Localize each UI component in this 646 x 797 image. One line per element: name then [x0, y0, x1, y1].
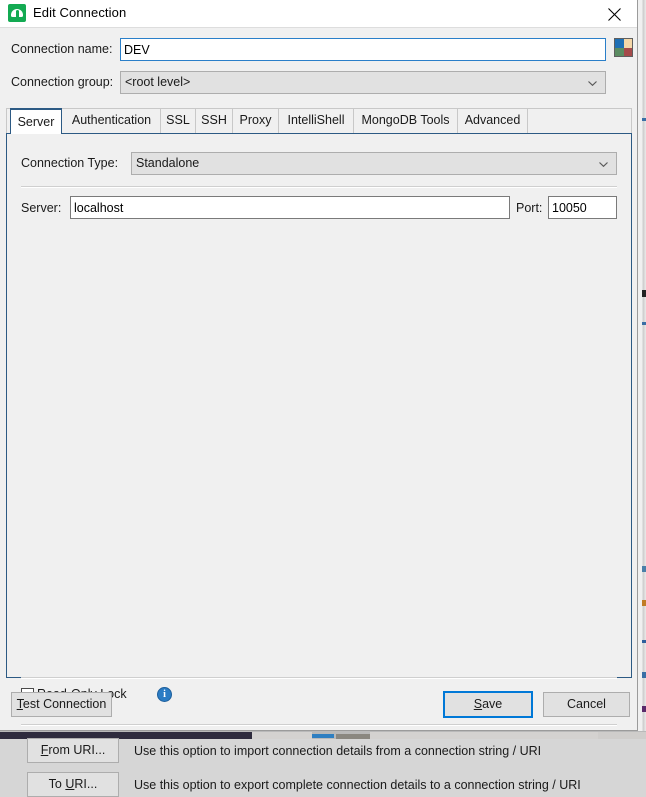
- from-uri-button[interactable]: From URI...: [27, 738, 119, 763]
- background-fleck: [642, 672, 646, 678]
- panel-divider-top: [21, 186, 617, 188]
- to-uri-button[interactable]: To URI...: [27, 772, 119, 797]
- cancel-button[interactable]: Cancel: [543, 692, 630, 717]
- to-uri-label-rest: RI...: [74, 777, 98, 792]
- connection-type-value: Standalone: [136, 156, 200, 170]
- titlebar: Edit Connection: [0, 0, 637, 28]
- background-fleck: [642, 640, 646, 643]
- from-uri-mnemonic: F: [40, 743, 49, 758]
- server-tab-panel: Connection Type: Standalone Server: Port…: [6, 133, 632, 797]
- port-input[interactable]: [548, 196, 617, 219]
- window-title: Edit Connection: [33, 5, 127, 20]
- port-label: Port:: [516, 201, 543, 215]
- background-fleck: [642, 706, 646, 712]
- tab-intellishell[interactable]: IntelliShell: [279, 108, 354, 134]
- server-label: Server:: [21, 201, 62, 215]
- from-uri-label-rest: rom URI...: [48, 743, 106, 758]
- chevron-down-icon: [599, 162, 608, 167]
- save-label-rest: ave: [482, 697, 503, 712]
- edit-connection-dialog: Edit Connection Connection name: Connect…: [0, 0, 638, 797]
- connection-group-label: Connection group:: [11, 75, 114, 89]
- connection-name-label: Connection name:: [11, 42, 113, 56]
- from-uri-description: Use this option to import connection det…: [134, 744, 542, 758]
- swatch-cell-green: [615, 47, 624, 56]
- connection-group-value: <root level>: [125, 75, 191, 89]
- background-fleck: [642, 600, 646, 606]
- test-connection-button[interactable]: Test Connection: [11, 692, 112, 717]
- tab-ssl[interactable]: SSL: [161, 108, 196, 134]
- connection-group-dropdown[interactable]: <root level>: [120, 71, 606, 94]
- background-fleck: [642, 322, 646, 325]
- server-input[interactable]: [70, 196, 510, 219]
- background-fleck: [642, 566, 646, 572]
- test-connection-label-rest: est Connection: [22, 697, 107, 712]
- panel-divider-readonly: [21, 677, 617, 679]
- save-button[interactable]: Save: [443, 691, 533, 718]
- tab-authentication[interactable]: Authentication: [63, 108, 161, 134]
- close-icon[interactable]: [592, 0, 637, 27]
- connection-type-dropdown[interactable]: Standalone: [131, 152, 617, 175]
- tab-proxy[interactable]: Proxy: [233, 108, 279, 134]
- taskbar-icon: [312, 734, 334, 738]
- chevron-down-icon: [588, 81, 597, 86]
- background-fleck: [642, 118, 646, 121]
- save-mnemonic: S: [473, 697, 483, 712]
- swatch-cell-blue: [615, 39, 624, 48]
- tab-ssh[interactable]: SSH: [196, 108, 233, 134]
- tab-advanced[interactable]: Advanced: [458, 108, 528, 134]
- to-uri-mnemonic: U: [65, 777, 75, 792]
- connection-name-input[interactable]: [120, 38, 606, 61]
- to-uri-description: Use this option to export complete conne…: [134, 778, 581, 792]
- background-window-sliver: [638, 0, 646, 739]
- taskbar-segment: [252, 732, 312, 739]
- taskbar-segment: [336, 734, 370, 739]
- dialog-footer: Test Connection Save Cancel: [0, 680, 638, 731]
- connection-type-label: Connection Type:: [21, 156, 119, 170]
- mongodb-leaf-icon: [8, 4, 26, 22]
- background-fleck: [642, 290, 646, 297]
- tab-mongodb-tools[interactable]: MongoDB Tools: [354, 108, 458, 134]
- connection-tabs: Server Authentication SSL SSH Proxy Inte…: [6, 108, 632, 134]
- taskbar-segment: [598, 732, 646, 739]
- taskbar-segment: [370, 732, 598, 739]
- tab-server[interactable]: Server: [10, 108, 62, 134]
- swatch-cell-tan: [623, 39, 632, 48]
- color-picker-swatch[interactable]: [614, 38, 633, 57]
- swatch-cell-red: [623, 47, 632, 56]
- to-uri-label-pre: To: [48, 777, 66, 792]
